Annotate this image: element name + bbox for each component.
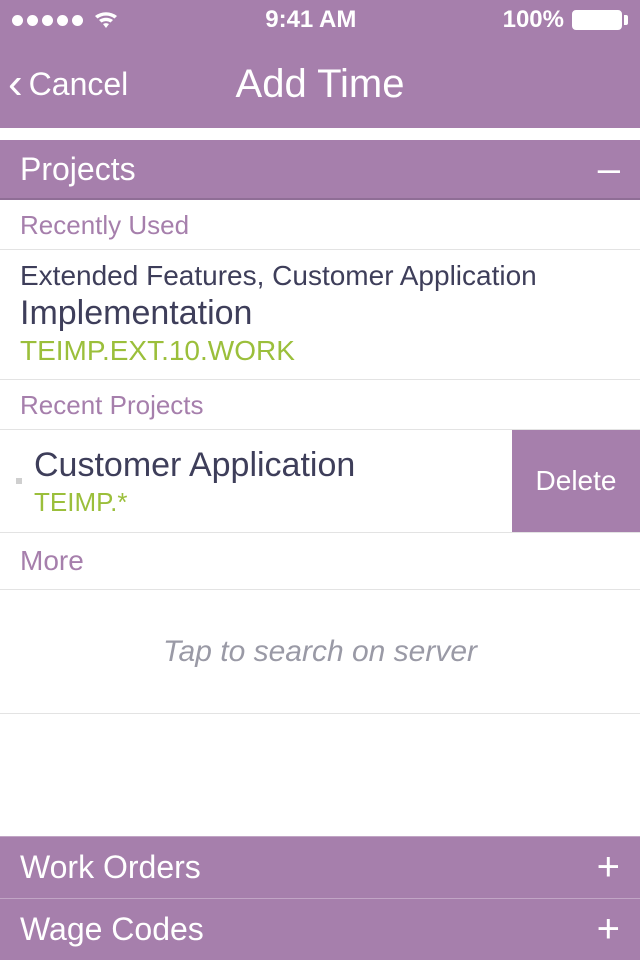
- recent-projects-header: Recent Projects: [0, 380, 640, 430]
- chevron-left-icon: ‹: [8, 62, 23, 106]
- recent-project-row: Customer Application TEIMP.* Delete: [0, 430, 640, 533]
- expand-icon: +: [597, 907, 620, 952]
- search-hint: Tap to search on server: [163, 635, 477, 669]
- expand-icon: +: [597, 845, 620, 890]
- status-time: 9:41 AM: [265, 6, 356, 34]
- recently-used-header: Recently Used: [0, 200, 640, 250]
- more-button[interactable]: More: [0, 533, 640, 590]
- battery-icon: [572, 10, 628, 30]
- drag-handle-icon: [16, 478, 22, 484]
- cancel-label: Cancel: [29, 66, 129, 103]
- recently-used-line1: Extended Features, Customer Application: [20, 260, 620, 292]
- status-bar: 9:41 AM 100%: [0, 0, 640, 40]
- cancel-button[interactable]: ‹ Cancel: [0, 62, 128, 106]
- section-wage-codes-label: Wage Codes: [20, 911, 204, 948]
- nav-bar: ‹ Cancel Add Time: [0, 40, 640, 128]
- section-wage-codes[interactable]: Wage Codes +: [0, 898, 640, 960]
- recently-used-line2: Implementation: [20, 294, 620, 333]
- delete-label: Delete: [536, 465, 617, 497]
- recently-used-code: TEIMP.EXT.10.WORK: [20, 335, 620, 367]
- wifi-icon: [93, 10, 119, 30]
- delete-button[interactable]: Delete: [512, 430, 640, 532]
- recent-project-item[interactable]: Customer Application TEIMP.*: [0, 430, 512, 532]
- section-projects-label: Projects: [20, 151, 136, 188]
- more-label: More: [20, 545, 84, 576]
- recent-project-code: TEIMP.*: [34, 487, 492, 518]
- content-spacer: [0, 714, 640, 836]
- section-work-orders[interactable]: Work Orders +: [0, 836, 640, 898]
- signal-strength-icon: [12, 15, 83, 26]
- section-work-orders-label: Work Orders: [20, 849, 201, 886]
- collapse-icon: –: [598, 147, 620, 192]
- recently-used-item[interactable]: Extended Features, Customer Application …: [0, 250, 640, 380]
- section-projects[interactable]: Projects –: [0, 140, 640, 200]
- search-server-button[interactable]: Tap to search on server: [0, 590, 640, 714]
- recent-project-title: Customer Application: [34, 446, 492, 485]
- battery-percent: 100%: [503, 6, 564, 34]
